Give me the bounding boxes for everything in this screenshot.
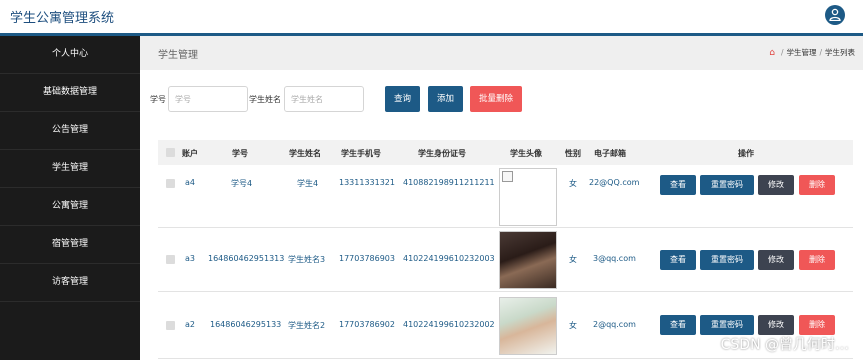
sidebar: 个人中心 基础数据管理 公告管理 学生管理 公寓管理 宿管管理 访客管理 [0, 36, 140, 360]
user-icon[interactable] [825, 5, 845, 25]
cell-phone: 13311331321 [339, 178, 395, 187]
breadcrumb-separator: / [819, 48, 822, 57]
student-photo [499, 168, 557, 226]
table-row: a3 164860462951313 学生姓名3 17703786903 410… [158, 228, 853, 292]
edit-button[interactable]: 修改 [758, 175, 794, 195]
cell-email: 2@qq.com [593, 320, 636, 329]
home-icon[interactable]: ⌂ [769, 48, 775, 58]
column-header-student-no: 学号 [232, 149, 248, 158]
cell-gender: 女 [569, 321, 577, 330]
cell-student-no: 16486046295133 [210, 320, 282, 329]
main-content: 学生管理 ⌂ / 学生管理 / 学生列表 学号 学号 学生姓名 学生姓名 查询 … [140, 36, 863, 360]
search-bar: 学号 学号 学生姓名 学生姓名 查询 添加 批量删除 [150, 86, 863, 112]
watermark: CSDN @曾几何时… [720, 337, 849, 353]
page-title: 学生管理 [158, 50, 198, 61]
delete-button[interactable]: 删除 [799, 315, 835, 335]
cell-gender: 女 [569, 255, 577, 264]
query-button[interactable]: 查询 [385, 86, 420, 112]
table-header: 账户 学号 学生姓名 学生手机号 学生身份证号 学生头像 性别 电子邮箱 操作 [158, 140, 853, 165]
sidebar-item-profile[interactable]: 个人中心 [0, 36, 140, 74]
cell-phone: 17703786903 [339, 254, 395, 263]
reset-password-button[interactable]: 重置密码 [700, 175, 754, 195]
student-no-label: 学号 [150, 95, 166, 104]
breadcrumb: ⌂ / 学生管理 / 学生列表 [769, 47, 855, 58]
sidebar-item-dorm-managers[interactable]: 宿管管理 [0, 226, 140, 264]
sidebar-item-students[interactable]: 学生管理 [0, 150, 140, 188]
row-checkbox[interactable] [166, 321, 175, 330]
view-button[interactable]: 查看 [660, 315, 696, 335]
cell-email: 3@qq.com [593, 254, 636, 263]
page-header: 学生管理 ⌂ / 学生管理 / 学生列表 [140, 36, 863, 70]
batch-delete-button[interactable]: 批量删除 [470, 86, 522, 112]
cell-gender: 女 [569, 179, 577, 188]
sidebar-item-visitors[interactable]: 访客管理 [0, 264, 140, 302]
cell-student-no: 164860462951313 [208, 254, 285, 263]
cell-name: 学生姓名2 [288, 321, 326, 330]
student-name-input[interactable]: 学生姓名 [284, 86, 364, 112]
breadcrumb-item-student-list: 学生列表 [825, 48, 855, 57]
cell-account: a2 [185, 320, 195, 329]
breadcrumb-item-students[interactable]: 学生管理 [786, 47, 816, 58]
column-header-phone: 学生手机号 [341, 149, 381, 158]
cell-name: 学生姓名3 [288, 255, 326, 264]
sidebar-item-apartments[interactable]: 公寓管理 [0, 188, 140, 226]
view-button[interactable]: 查看 [660, 175, 696, 195]
cell-phone: 17703786902 [339, 320, 395, 329]
sidebar-item-basic-data[interactable]: 基础数据管理 [0, 74, 140, 112]
sidebar-item-announcements[interactable]: 公告管理 [0, 112, 140, 150]
column-header-actions: 操作 [738, 149, 754, 158]
edit-button[interactable]: 修改 [758, 250, 794, 270]
breadcrumb-separator: / [780, 48, 784, 57]
table-row: a4 学号4 学生4 13311331321 41088219891121121… [158, 165, 853, 228]
cell-name: 学生4 [297, 179, 319, 188]
cell-student-no: 学号4 [231, 179, 253, 188]
reset-password-button[interactable]: 重置密码 [700, 315, 754, 335]
column-header-id-card: 学生身份证号 [418, 149, 466, 158]
student-photo [499, 297, 557, 355]
delete-button[interactable]: 删除 [799, 250, 835, 270]
cell-email: 22@QQ.com [589, 178, 640, 187]
column-header-photo: 学生头像 [510, 149, 542, 158]
row-checkbox[interactable] [166, 255, 175, 264]
cell-id-card: 410882198911211211 [403, 178, 495, 187]
app-title: 学生公寓管理系统 [10, 11, 115, 26]
edit-button[interactable]: 修改 [758, 315, 794, 335]
cell-id-card: 410224199610232002 [403, 320, 495, 329]
view-button[interactable]: 查看 [660, 250, 696, 270]
reset-password-button[interactable]: 重置密码 [700, 250, 754, 270]
row-checkbox[interactable] [166, 179, 175, 188]
cell-account: a4 [185, 178, 195, 187]
top-bar: 学生公寓管理系统 [0, 0, 863, 33]
student-no-input[interactable]: 学号 [168, 86, 248, 112]
cell-id-card: 410224199610232003 [403, 254, 495, 263]
delete-button[interactable]: 删除 [799, 175, 835, 195]
student-name-label: 学生姓名 [249, 95, 281, 104]
column-header-gender: 性别 [565, 149, 581, 158]
student-photo [499, 231, 557, 289]
column-header-name: 学生姓名 [289, 149, 321, 158]
cell-account: a3 [185, 254, 195, 263]
add-button[interactable]: 添加 [428, 86, 463, 112]
column-header-email: 电子邮箱 [594, 149, 626, 158]
column-header-account: 账户 [182, 149, 198, 158]
select-all-checkbox[interactable] [166, 148, 175, 157]
